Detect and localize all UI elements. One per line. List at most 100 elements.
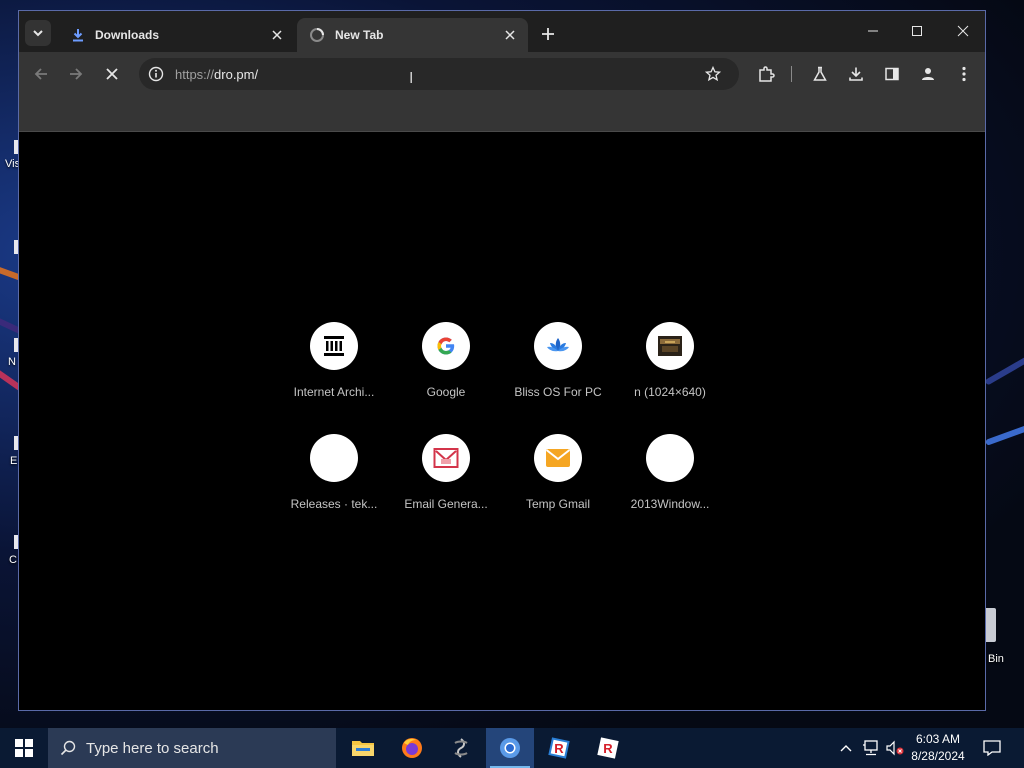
- envelope-icon: [545, 449, 571, 467]
- shortcut-tile[interactable]: Releases · tek...: [278, 434, 390, 534]
- shortcut-tile[interactable]: Internet Archi...: [278, 322, 390, 422]
- shortcut-icon-circle: [310, 322, 358, 370]
- shortcut-tile[interactable]: Google: [390, 322, 502, 422]
- taskbar-app-pinned[interactable]: [437, 728, 485, 768]
- site-info-icon[interactable]: [147, 65, 165, 83]
- wallpaper-streak: [984, 350, 1024, 386]
- plus-icon: [542, 28, 554, 40]
- kebab-menu-icon: [962, 66, 966, 82]
- taskbar-app-file-explorer[interactable]: [339, 728, 387, 768]
- shortcut-icon-circle: [646, 434, 694, 482]
- tab-title: New Tab: [335, 28, 384, 42]
- image-thumbnail-icon: [658, 336, 682, 356]
- forward-button[interactable]: [64, 62, 88, 86]
- shortcut-tile[interactable]: Email Genera...: [390, 434, 502, 534]
- menu-button[interactable]: [952, 62, 976, 86]
- shortcut-label: Bliss OS For PC: [514, 385, 602, 399]
- taskbar-app-roblox[interactable]: R: [584, 728, 632, 768]
- star-icon: [705, 66, 721, 82]
- taskbar-search-box[interactable]: Type here to search: [48, 728, 336, 768]
- close-icon: [505, 30, 515, 40]
- shortcut-tile[interactable]: 2013Window...: [614, 434, 726, 534]
- taskbar-app-firefox[interactable]: [388, 728, 436, 768]
- shortcut-icon-circle: [422, 434, 470, 482]
- minimize-icon: [868, 30, 878, 32]
- tab-title: Downloads: [95, 28, 160, 42]
- tab-strip: Downloads New Tab: [19, 11, 985, 52]
- shortcut-tile[interactable]: n (1024×640): [614, 322, 726, 422]
- notifications-button[interactable]: [978, 728, 1006, 768]
- arrow-right-icon: [70, 68, 83, 80]
- flask-icon: [813, 66, 827, 81]
- minimize-button[interactable]: [853, 17, 893, 45]
- desktop-icon-label: E: [10, 455, 18, 467]
- shortcut-label: 2013Window...: [630, 497, 710, 511]
- text-cursor-icon: I: [409, 70, 414, 87]
- address-bar[interactable]: https://dro.pm/ I: [139, 58, 739, 90]
- desktop-icon-label: C: [9, 554, 17, 566]
- bookmark-star-button[interactable]: [703, 64, 723, 84]
- new-tab-button[interactable]: [537, 23, 559, 45]
- tab-close-button[interactable]: [269, 27, 285, 43]
- close-icon: [272, 30, 282, 40]
- labs-button[interactable]: [808, 62, 832, 86]
- loading-icon: [310, 28, 324, 42]
- back-button[interactable]: [29, 62, 53, 86]
- downloads-button[interactable]: [844, 62, 868, 86]
- desktop-icon-label: N: [8, 356, 16, 368]
- shortcut-tile[interactable]: Temp Gmail: [502, 434, 614, 534]
- notification-icon: [983, 740, 1001, 756]
- shortcut-tile[interactable]: Bliss OS For PC: [502, 322, 614, 422]
- new-tab-page: Internet Archi... Google Bliss OS For PC…: [19, 133, 985, 710]
- shortcut-label: Temp Gmail: [525, 497, 590, 511]
- email-generator-icon: [433, 448, 459, 468]
- show-hidden-icons-button[interactable]: [836, 728, 856, 768]
- file-explorer-icon: [352, 741, 374, 756]
- tab-new-tab[interactable]: New Tab: [297, 18, 528, 52]
- person-icon: [922, 68, 934, 80]
- extensions-button[interactable]: [754, 62, 778, 86]
- search-placeholder: Type here to search: [86, 739, 219, 757]
- shortcut-icon-circle: [534, 322, 582, 370]
- svg-text:R: R: [554, 741, 564, 756]
- arrow-left-icon: [34, 68, 47, 80]
- app-icon: [454, 738, 468, 758]
- side-panel-button[interactable]: [880, 62, 904, 86]
- bookmark-bar: [19, 96, 985, 132]
- url-text: https://dro.pm/: [175, 67, 258, 82]
- tab-downloads[interactable]: Downloads: [59, 18, 295, 52]
- tab-search-button[interactable]: [25, 20, 51, 46]
- chromium-icon: [500, 738, 520, 758]
- shortcut-label: Google: [426, 385, 466, 399]
- shortcut-icon-circle: [534, 434, 582, 482]
- side-panel-icon: [885, 67, 899, 81]
- google-icon: [437, 337, 455, 355]
- close-window-button[interactable]: [943, 17, 983, 45]
- url-scheme: https://: [175, 67, 215, 82]
- shortcut-icon-circle: [310, 434, 358, 482]
- browser-window: Downloads New Tab https://dro.pm/ I Inte…: [18, 10, 986, 711]
- chevron-up-icon: [840, 745, 852, 752]
- svg-text:R: R: [603, 741, 613, 756]
- maximize-icon: [912, 26, 922, 36]
- bliss-os-icon: [547, 338, 569, 352]
- close-icon: [957, 25, 969, 37]
- search-icon: [60, 740, 76, 756]
- close-icon: [106, 68, 118, 80]
- taskbar-clock[interactable]: 6:03 AM 8/28/2024: [902, 731, 974, 765]
- shortcut-icon-circle: [646, 322, 694, 370]
- network-button[interactable]: [860, 728, 882, 768]
- tab-close-button[interactable]: [502, 27, 518, 43]
- maximize-button[interactable]: [897, 17, 937, 45]
- start-button[interactable]: [0, 728, 48, 768]
- stop-loading-button[interactable]: [100, 62, 124, 86]
- download-icon: [849, 67, 863, 81]
- taskbar-app-chromium[interactable]: [486, 728, 534, 768]
- roblox-icon: R: [597, 737, 619, 759]
- toolbar-separator: [791, 66, 792, 82]
- taskbar-app-roblox-studio[interactable]: R: [535, 728, 583, 768]
- internet-archive-icon: [324, 336, 344, 356]
- puzzle-icon: [759, 66, 775, 82]
- shortcut-icon-circle: [422, 322, 470, 370]
- profile-button[interactable]: [916, 62, 940, 86]
